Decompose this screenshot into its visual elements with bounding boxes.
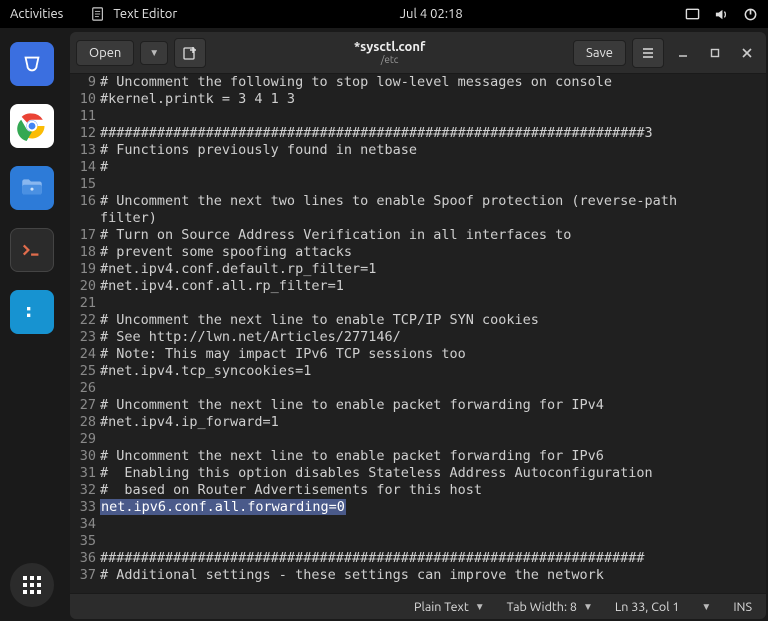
code-content[interactable]: # Uncomment the following to stop low-le…: [100, 74, 766, 593]
dock-item-chrome[interactable]: [10, 104, 54, 148]
dock-item-shopping[interactable]: [10, 42, 54, 86]
cursor-position-dropdown[interactable]: ▼: [701, 601, 711, 613]
show-applications-button[interactable]: [10, 563, 54, 607]
new-tab-button[interactable]: [174, 38, 206, 68]
titlebar: Open ▼ *sysctl.conf /etc Save: [70, 32, 766, 74]
text-editor-icon: [91, 7, 105, 21]
tab-width-selector[interactable]: Tab Width: 8▼: [507, 600, 593, 614]
minimize-button[interactable]: [670, 40, 696, 66]
dock-item-app[interactable]: [10, 290, 54, 334]
open-button-label: Open: [89, 46, 121, 60]
save-button-label: Save: [586, 46, 613, 60]
open-button[interactable]: Open: [76, 40, 134, 66]
filename: *sysctl.conf: [354, 40, 426, 54]
filepath: /etc: [381, 54, 399, 65]
statusbar: Plain Text▼ Tab Width: 8▼ Ln 33, Col 1 ▼…: [70, 593, 766, 619]
dock: [0, 28, 64, 621]
topbar-clock[interactable]: Jul 4 02:18: [400, 7, 463, 21]
gnome-topbar: Activities Text Editor Jul 4 02:18: [0, 0, 768, 28]
open-dropdown-button[interactable]: ▼: [140, 41, 168, 65]
close-button[interactable]: [734, 40, 760, 66]
new-tab-icon: [182, 45, 198, 61]
apps-grid-icon: [23, 576, 41, 594]
cursor-position[interactable]: Ln 33, Col 1: [615, 600, 680, 614]
hamburger-button[interactable]: [632, 38, 664, 68]
dock-item-terminal[interactable]: [10, 228, 54, 272]
topbar-app-menu[interactable]: Text Editor: [91, 7, 177, 21]
window-title: *sysctl.conf /etc: [212, 40, 567, 65]
topbar-app-name: Text Editor: [113, 7, 177, 21]
line-number-gutter: 9101112131415161718192021222324252627282…: [70, 74, 98, 593]
maximize-button[interactable]: [702, 40, 728, 66]
gedit-window: Open ▼ *sysctl.conf /etc Save 9101112131…: [70, 32, 766, 619]
volume-icon[interactable]: [714, 7, 729, 22]
editor-area[interactable]: 9101112131415161718192021222324252627282…: [70, 74, 766, 593]
dock-item-files[interactable]: [10, 166, 54, 210]
hamburger-icon: [641, 46, 655, 60]
activities-button[interactable]: Activities: [10, 7, 63, 21]
save-button[interactable]: Save: [573, 40, 626, 66]
power-icon[interactable]: [743, 7, 758, 22]
insert-mode[interactable]: INS: [733, 600, 752, 614]
screen-icon[interactable]: [685, 7, 700, 22]
syntax-selector[interactable]: Plain Text▼: [414, 600, 485, 614]
